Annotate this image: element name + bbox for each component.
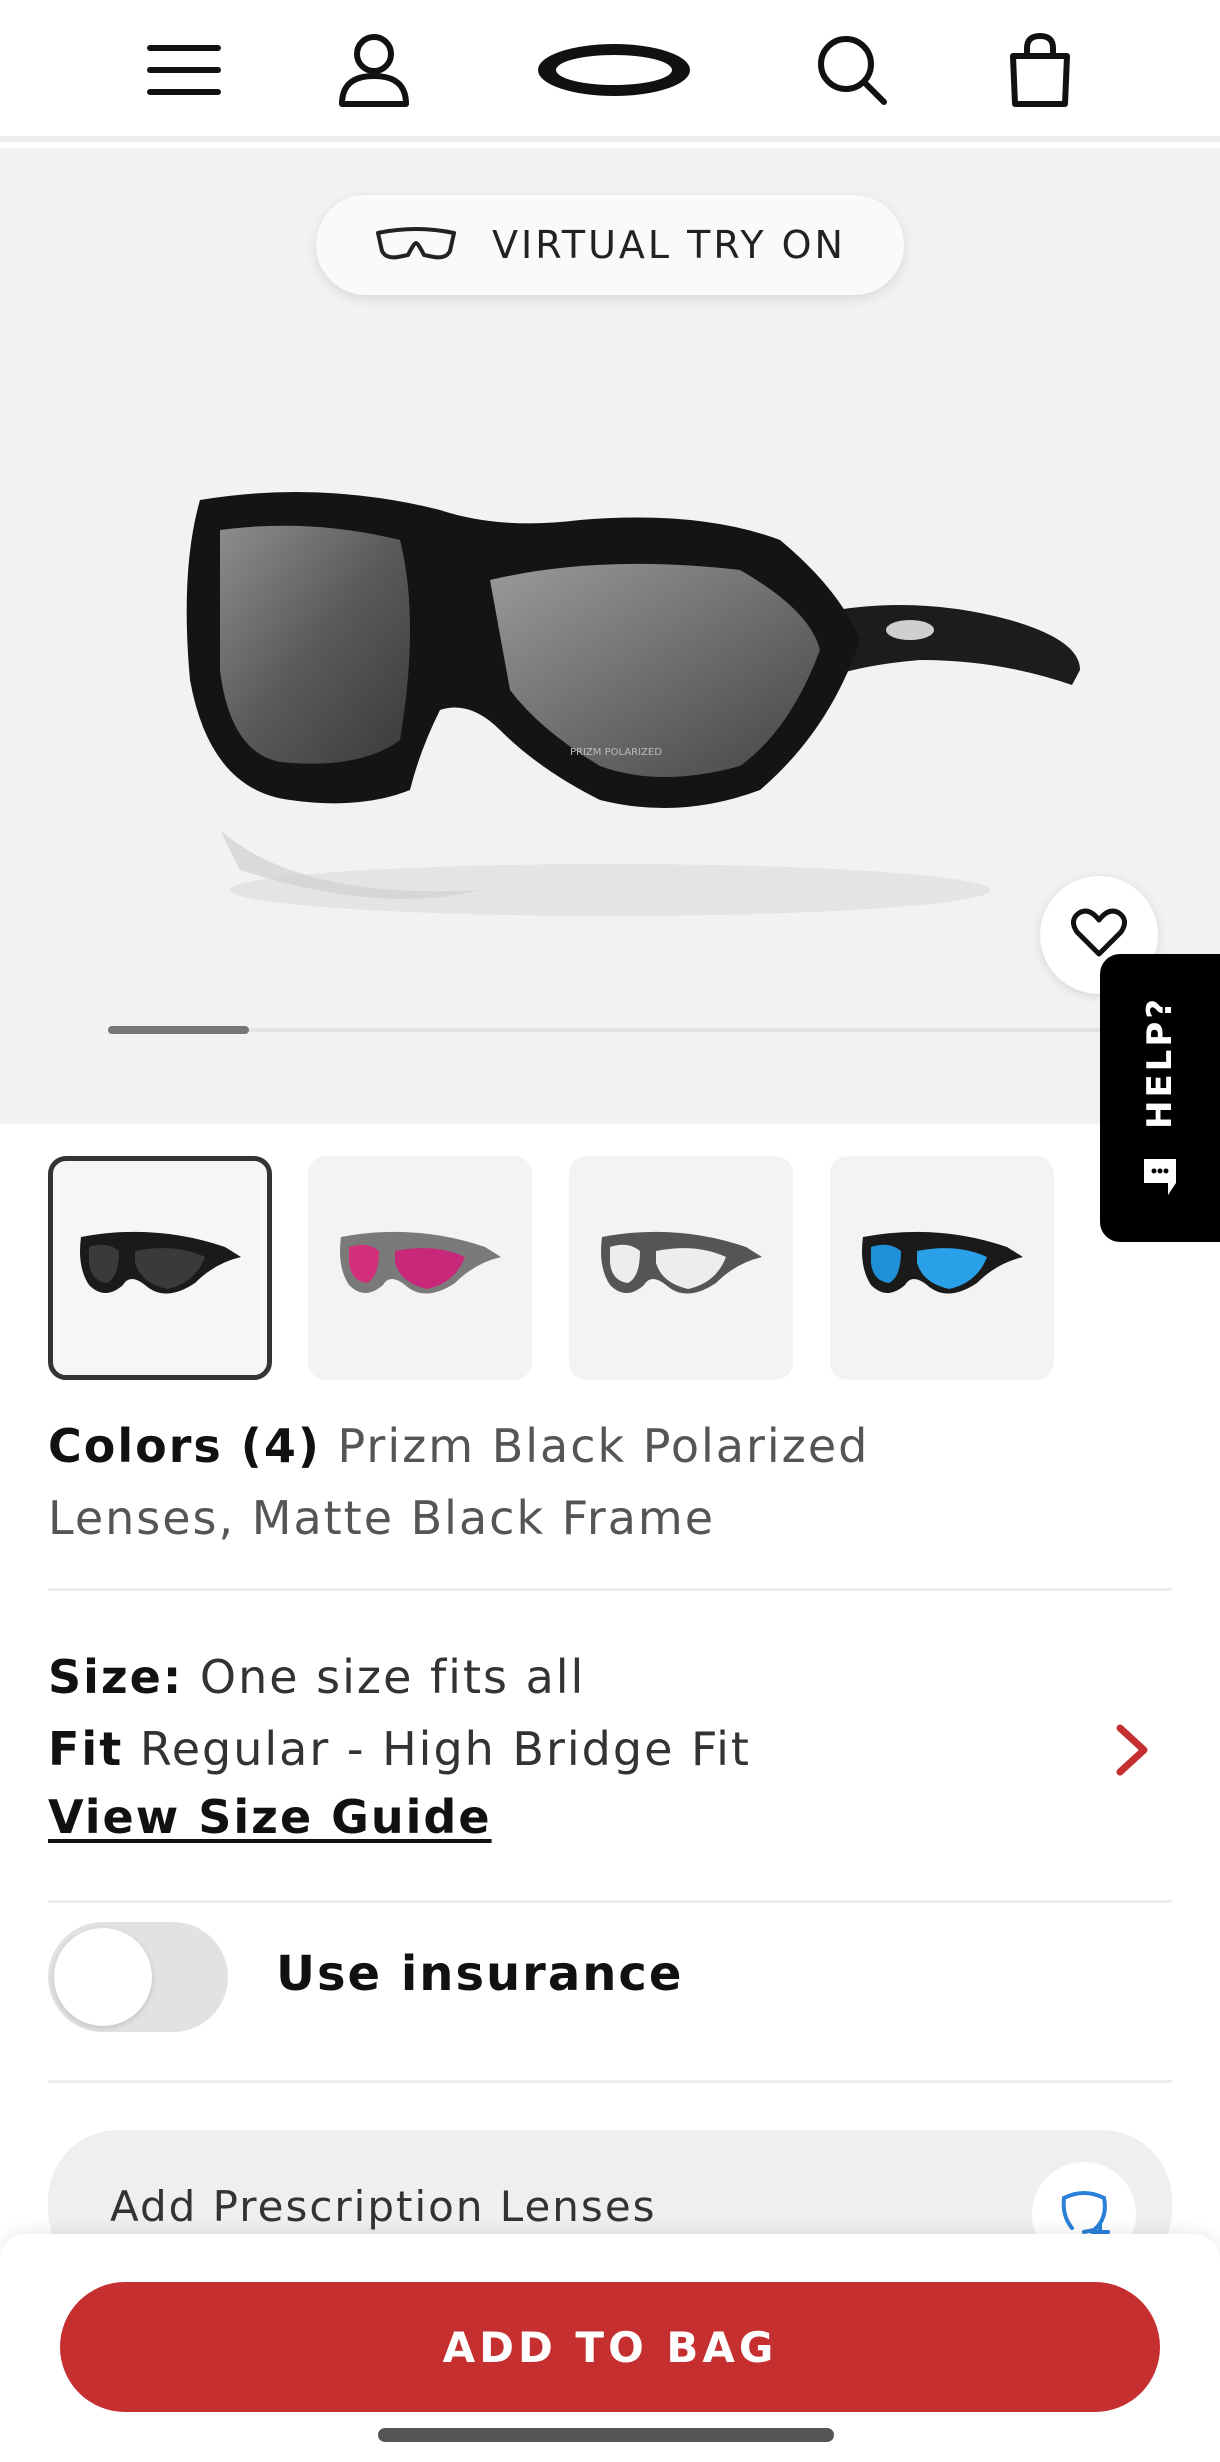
gallery-progress-track (108, 1028, 1112, 1032)
product-image: PRIZM POLARIZED (180, 470, 1100, 940)
swatch-glasses-icon (340, 1231, 501, 1294)
help-tab[interactable]: HELP? (1100, 954, 1220, 1242)
fit-label: Fit (48, 1722, 124, 1776)
chevron-right-icon[interactable] (1100, 1720, 1160, 1780)
size-row: Size: One size fits all (48, 1650, 585, 1704)
bag-icon[interactable] (1000, 30, 1080, 110)
virtual-try-on-button[interactable]: VIRTUAL TRY ON (316, 195, 904, 295)
swatch-glasses-icon (862, 1231, 1023, 1294)
swatch-glasses-icon (601, 1231, 762, 1294)
top-nav-bar (0, 0, 1220, 136)
color-swatch-sapphire[interactable] (830, 1156, 1054, 1380)
section-divider (48, 1588, 1172, 1591)
account-icon[interactable] (334, 30, 414, 110)
color-swatch-clear[interactable] (569, 1156, 793, 1380)
insurance-label: Use insurance (276, 1946, 684, 2002)
header-divider (0, 136, 1220, 142)
fit-row: Fit Regular - High Bridge Fit (48, 1722, 751, 1776)
virtual-try-on-label: VIRTUAL TRY ON (492, 223, 846, 267)
add-prescription-label: Add Prescription Lenses (110, 2182, 657, 2231)
help-label: HELP? (1140, 995, 1180, 1129)
search-icon[interactable] (812, 30, 892, 110)
chat-icon (1142, 1157, 1178, 1201)
section-divider (48, 1900, 1172, 1903)
color-swatch-matte-black[interactable] (48, 1156, 272, 1380)
colors-count-label: Colors (4) (48, 1419, 321, 1473)
size-label: Size: (48, 1650, 184, 1704)
svg-text:PRIZM POLARIZED: PRIZM POLARIZED (570, 747, 662, 758)
swatch-glasses-icon (80, 1231, 241, 1294)
section-divider (48, 2080, 1172, 2083)
home-indicator[interactable] (378, 2428, 834, 2442)
glasses-outline-icon (374, 225, 458, 265)
brand-logo[interactable] (534, 30, 694, 110)
color-description: Colors (4) Prizm Black Polarized Lenses,… (48, 1410, 1048, 1554)
menu-icon[interactable] (144, 30, 224, 110)
size-value: One size fits all (199, 1650, 586, 1704)
color-swatch-prizm-road[interactable] (308, 1156, 532, 1380)
fit-value: Regular - High Bridge Fit (139, 1722, 751, 1776)
add-to-bag-button[interactable]: ADD TO BAG (60, 2282, 1160, 2412)
view-size-guide-link[interactable]: View Size Guide (48, 1790, 492, 1844)
gallery-progress-indicator (108, 1026, 249, 1034)
insurance-toggle-knob (54, 1928, 152, 2026)
